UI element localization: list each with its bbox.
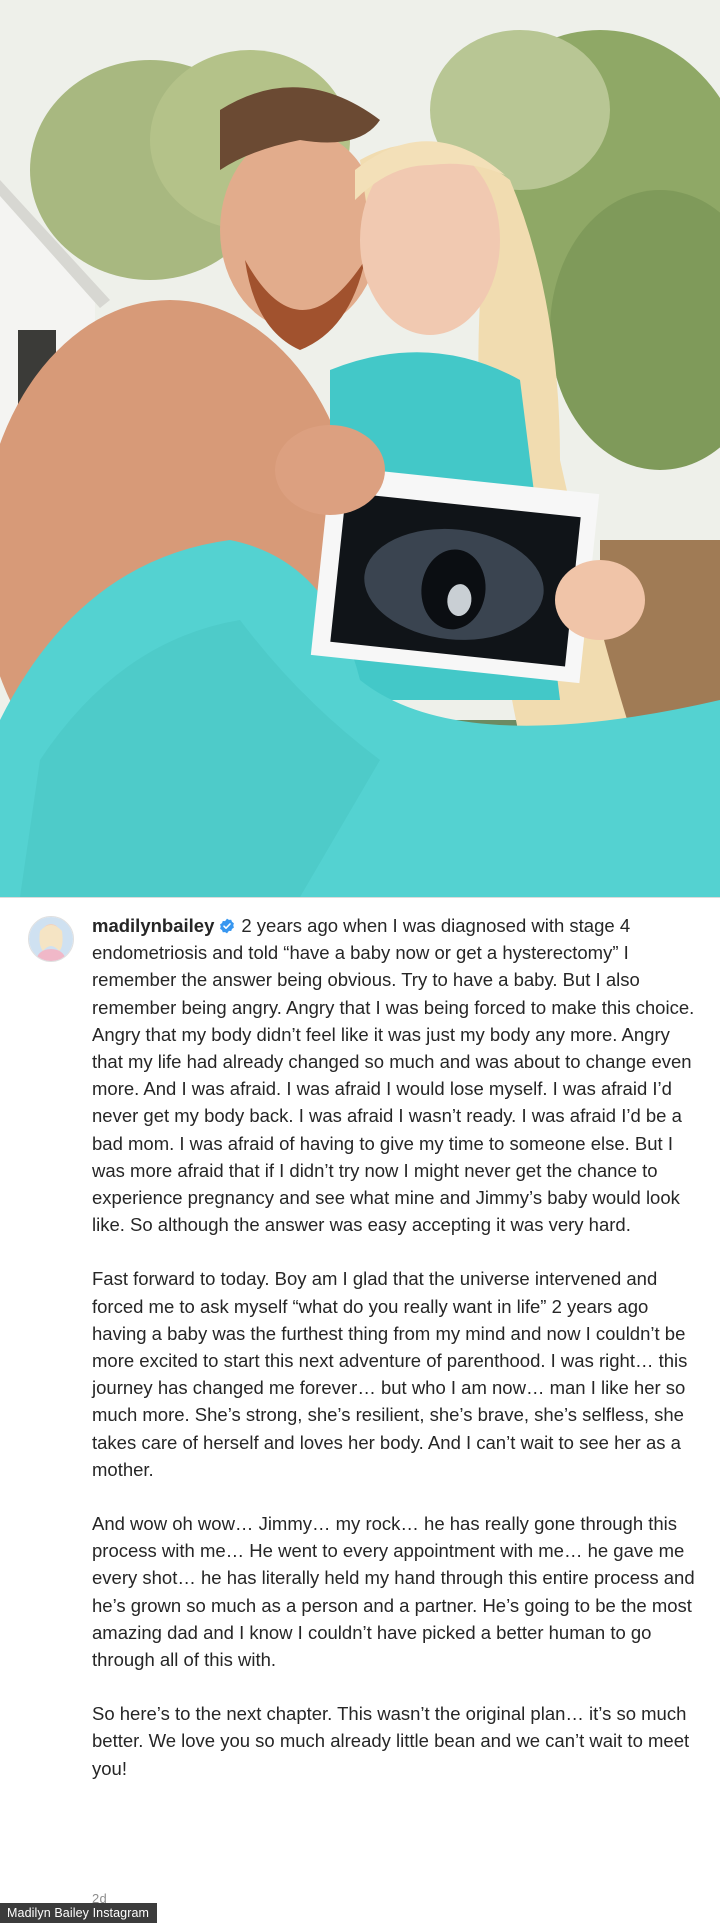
avatar[interactable] [28, 916, 74, 962]
post-caption-area: madilynbailey 2 years ago when I was diag… [0, 898, 720, 1923]
post-photo[interactable] [0, 0, 720, 897]
caption-paragraph: And wow oh wow… Jimmy… my rock… he has r… [92, 1513, 695, 1671]
verified-badge-icon [220, 918, 235, 934]
username-link[interactable]: madilynbailey [92, 915, 214, 936]
couple-ultrasound-photo [0, 0, 720, 897]
caption-paragraph: madilynbailey 2 years ago when I was diag… [92, 912, 702, 1238]
caption-paragraph: Fast forward to today. Boy am I glad tha… [92, 1268, 688, 1480]
caption-text-1: 2 years ago when I was diagnosed with st… [92, 915, 695, 1236]
caption-paragraph: So here’s to the next chapter. This wasn… [92, 1703, 690, 1779]
photo-credit: Madilyn Bailey Instagram [0, 1903, 158, 1923]
post-caption: madilynbailey 2 years ago when I was diag… [92, 912, 702, 1809]
avatar-image [29, 917, 73, 961]
